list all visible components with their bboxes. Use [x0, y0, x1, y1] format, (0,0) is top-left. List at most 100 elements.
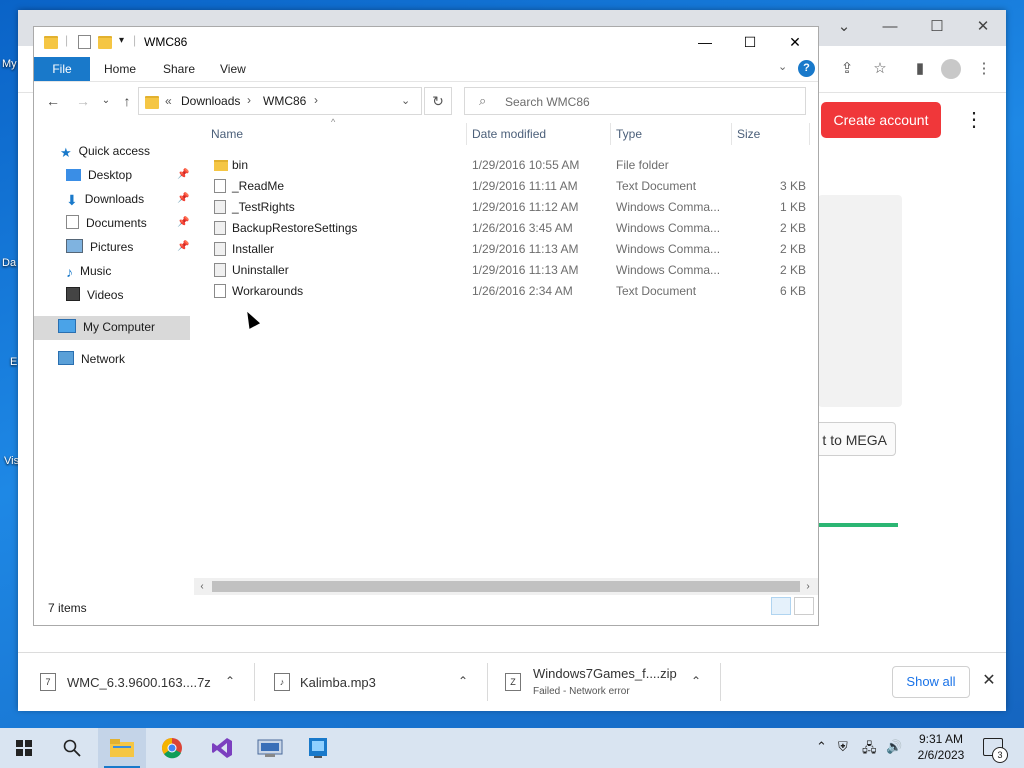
minimize-icon[interactable]: —	[685, 31, 725, 53]
file-row[interactable]: _ReadMe 1/29/2016 11:11 AM Text Document…	[194, 176, 810, 197]
nav-my-computer[interactable]: My Computer	[58, 316, 155, 338]
forward-arrow-icon[interactable]: →	[73, 91, 93, 111]
scroll-right-icon[interactable]: ›	[800, 578, 816, 595]
bookmark-star-icon[interactable]: ☆	[869, 58, 891, 80]
scrollbar-thumb[interactable]	[212, 581, 800, 592]
column-divider[interactable]	[809, 123, 810, 145]
back-arrow-icon[interactable]: ←	[43, 91, 63, 111]
horizontal-scrollbar[interactable]: ‹ ›	[194, 578, 818, 595]
security-icon[interactable]: ⛨	[838, 739, 848, 755]
close-icon[interactable]: ✕	[775, 31, 815, 53]
expand-ribbon-icon[interactable]: ⌄	[778, 60, 787, 73]
nav-pictures[interactable]: Pictures	[66, 236, 133, 258]
profile-avatar-icon[interactable]	[941, 59, 961, 79]
column-type[interactable]: Type	[616, 127, 642, 141]
file-row[interactable]: bin 1/29/2016 10:55 AM File folder	[194, 155, 810, 176]
file-row[interactable]: Workarounds 1/26/2016 2:34 AM Text Docum…	[194, 281, 810, 302]
file-row[interactable]: Uninstaller 1/29/2016 11:13 AM Windows C…	[194, 260, 810, 281]
minimize-icon[interactable]: —	[875, 16, 905, 38]
desktop-icon-label[interactable]: Da	[2, 257, 16, 269]
volume-icon[interactable]: 🔊	[886, 739, 902, 755]
taskbar-chrome[interactable]	[148, 728, 196, 768]
clock-time: 9:31 AM	[918, 732, 964, 746]
chevron-right-icon[interactable]: ›	[314, 93, 318, 107]
nav-music[interactable]: ♪ Music	[66, 260, 111, 282]
file-row[interactable]: BackupRestoreSettings 1/26/2016 3:45 AM …	[194, 218, 810, 239]
nav-quick-access[interactable]: ★ Quick access	[60, 140, 150, 162]
chevron-up-icon[interactable]: ⌃	[455, 673, 471, 689]
customize-toolbar-icon[interactable]: ▾	[119, 35, 124, 46]
side-panel-icon[interactable]: ▮	[909, 58, 931, 80]
nav-videos[interactable]: Videos	[66, 284, 123, 306]
large-icons-view-icon[interactable]	[794, 597, 814, 615]
taskbar-visual-studio[interactable]	[198, 728, 246, 768]
nav-network[interactable]: Network	[58, 348, 125, 370]
recent-locations-icon[interactable]: ⌄	[96, 91, 116, 111]
file-type: Windows Comma...	[616, 242, 721, 256]
maximize-icon[interactable]: ☐	[922, 16, 952, 38]
column-name[interactable]: Name	[211, 127, 243, 141]
column-size[interactable]: Size	[737, 127, 760, 141]
page-menu-kebab-icon[interactable]: ⋮	[964, 110, 984, 134]
close-icon[interactable]: ✕	[979, 671, 999, 691]
chevron-up-icon[interactable]: ⌃	[222, 673, 238, 689]
chevron-up-icon[interactable]: ⌃	[688, 673, 704, 689]
taskbar-file-explorer[interactable]	[98, 728, 146, 768]
tab-file[interactable]: File	[34, 57, 90, 81]
create-account-button[interactable]: Create account	[821, 102, 941, 138]
pin-icon[interactable]: 📌	[177, 217, 189, 228]
taskbar-app[interactable]	[246, 728, 294, 768]
file-size: 1 KB	[780, 200, 807, 214]
search-button[interactable]	[48, 728, 96, 768]
network-status-icon[interactable]: 🖧	[862, 739, 877, 761]
start-button[interactable]	[0, 728, 48, 768]
nav-downloads[interactable]: ⬇ Downloads	[66, 188, 144, 210]
desktop-icon-label[interactable]: Vis	[4, 455, 19, 467]
tab-home[interactable]: Home	[104, 57, 136, 81]
download-item[interactable]: ♪ Kalimba.mp3 ⌃	[255, 653, 487, 711]
file-row[interactable]: _TestRights 1/29/2016 11:12 AM Windows C…	[194, 197, 810, 218]
nav-desktop[interactable]: Desktop	[66, 164, 132, 186]
chevron-down-icon[interactable]: ⌄	[829, 16, 859, 38]
desktop-icon-label[interactable]: E	[10, 356, 17, 368]
breadcrumb-wmc86[interactable]: WMC86	[263, 94, 306, 108]
show-all-button[interactable]: Show all	[892, 666, 970, 698]
maximize-icon[interactable]: ☐	[730, 31, 770, 53]
column-divider[interactable]	[610, 123, 611, 145]
clock[interactable]: 9:31 AM 2/6/2023	[910, 731, 972, 763]
breadcrumb-downloads[interactable]: Downloads	[181, 94, 240, 108]
search-input[interactable]: ⌕ Search WMC86	[464, 87, 806, 115]
desktop-icon-label[interactable]: My	[2, 58, 17, 70]
chevron-up-icon[interactable]: ⌃	[816, 739, 827, 755]
new-folder-icon[interactable]	[98, 36, 112, 49]
properties-icon[interactable]	[78, 35, 91, 49]
download-item[interactable]: 7 WMC_6.3.9600.163....7z ⌃	[18, 653, 254, 711]
search-icon	[63, 739, 81, 757]
refresh-button[interactable]: ↻	[424, 87, 452, 115]
nav-documents[interactable]: Documents	[66, 212, 147, 234]
pin-icon[interactable]: 📌	[177, 241, 189, 252]
address-bar[interactable]: « Downloads › WMC86 › ⌄	[138, 87, 422, 115]
pin-icon[interactable]: 📌	[177, 169, 189, 180]
file-size: 3 KB	[780, 179, 807, 193]
taskbar-app[interactable]	[294, 728, 342, 768]
close-icon[interactable]: ✕	[968, 16, 998, 38]
up-arrow-icon[interactable]: ↑	[117, 91, 137, 111]
tab-share[interactable]: Share	[163, 57, 195, 81]
chevron-right-icon[interactable]: ›	[247, 93, 251, 107]
help-button[interactable]: ?	[798, 60, 815, 77]
column-date-modified[interactable]: Date modified	[472, 127, 546, 141]
tab-view[interactable]: View	[220, 57, 246, 81]
file-row[interactable]: Installer 1/29/2016 11:13 AM Windows Com…	[194, 239, 810, 260]
details-view-icon[interactable]	[771, 597, 791, 615]
download-item[interactable]: Z Windows7Games_f....zip Failed - Networ…	[488, 653, 720, 711]
column-divider[interactable]	[731, 123, 732, 145]
address-overflow[interactable]: «	[165, 94, 172, 108]
share-icon[interactable]: ⇪	[836, 58, 858, 80]
menu-kebab-icon[interactable]: ⋮	[973, 58, 995, 80]
pin-icon[interactable]: 📌	[177, 193, 189, 204]
mega-button[interactable]: t to MEGA	[808, 422, 896, 456]
chevron-down-icon[interactable]: ⌄	[401, 94, 410, 107]
column-divider[interactable]	[466, 123, 467, 145]
scroll-left-icon[interactable]: ‹	[194, 578, 210, 595]
